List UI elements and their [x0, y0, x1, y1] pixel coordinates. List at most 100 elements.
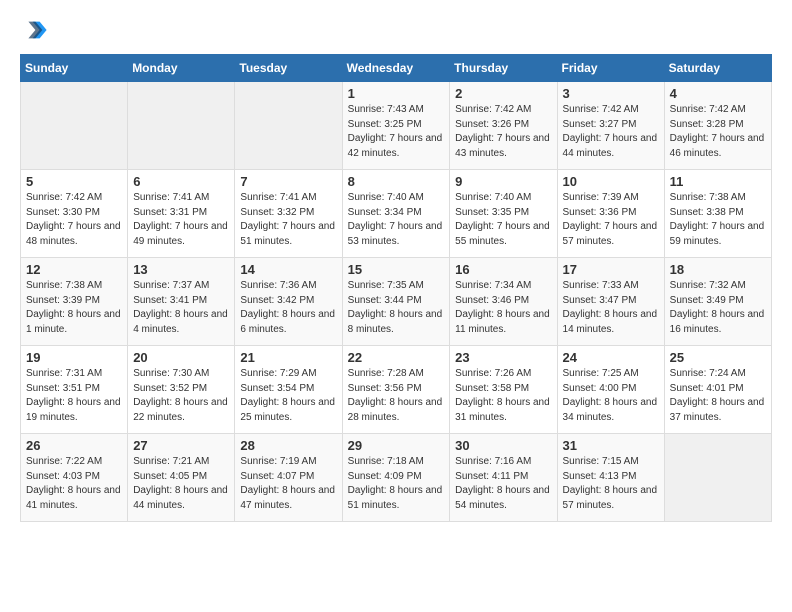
- calendar-cell: 6 Sunrise: 7:41 AM Sunset: 3:31 PM Daylig…: [128, 170, 235, 258]
- day-number: 23: [455, 350, 551, 365]
- calendar-cell: 20 Sunrise: 7:30 AM Sunset: 3:52 PM Dayli…: [128, 346, 235, 434]
- calendar-cell: 27 Sunrise: 7:21 AM Sunset: 4:05 PM Dayli…: [128, 434, 235, 522]
- day-info: Sunrise: 7:31 AM Sunset: 3:51 PM Dayligh…: [26, 367, 122, 425]
- day-info: Sunrise: 7:25 AM Sunset: 4:00 PM Dayligh…: [563, 367, 659, 425]
- day-number: 12: [26, 262, 122, 277]
- day-number: 19: [26, 350, 122, 365]
- calendar-cell: 2 Sunrise: 7:42 AM Sunset: 3:26 PM Daylig…: [450, 82, 557, 170]
- calendar-cell: 8Sunrise: 7:40 AM Sunset: 3:34 PM Daylig…: [342, 170, 450, 258]
- day-number: 29: [348, 438, 445, 453]
- day-number: 13: [133, 262, 229, 277]
- weekday-header-sunday: Sunday: [21, 55, 128, 82]
- day-info: Sunrise: 7:33 AM Sunset: 3:47 PM Dayligh…: [563, 279, 659, 337]
- weekday-header-thursday: Thursday: [450, 55, 557, 82]
- calendar: SundayMondayTuesdayWednesdayThursdayFrid…: [20, 54, 772, 522]
- calendar-cell: 15 Sunrise: 7:35 AM Sunset: 3:44 PM Dayli…: [342, 258, 450, 346]
- day-number: 10: [563, 174, 659, 189]
- day-number: 31: [563, 438, 659, 453]
- day-info: Sunrise: 7:36 AM Sunset: 3:42 PM Dayligh…: [240, 279, 336, 337]
- day-info: Sunrise: 7:24 AM Sunset: 4:01 PM Dayligh…: [670, 367, 766, 425]
- day-number: 28: [240, 438, 336, 453]
- day-number: 20: [133, 350, 229, 365]
- day-info: Sunrise: 7:41 AM Sunset: 3:31 PM Dayligh…: [133, 191, 229, 249]
- day-number: 18: [670, 262, 766, 277]
- day-info: Sunrise: 7:43 AM Sunset: 3:25 PM Dayligh…: [348, 103, 445, 161]
- calendar-cell: 7Sunrise: 7:41 AM Sunset: 3:32 PM Daylig…: [235, 170, 342, 258]
- day-info: Sunrise: 7:34 AM Sunset: 3:46 PM Dayligh…: [455, 279, 551, 337]
- day-number: 22: [348, 350, 445, 365]
- calendar-cell: 29 Sunrise: 7:18 AM Sunset: 4:09 PM Dayli…: [342, 434, 450, 522]
- day-number: 27: [133, 438, 229, 453]
- week-row-4: 19 Sunrise: 7:31 AM Sunset: 3:51 PM Dayli…: [21, 346, 772, 434]
- logo: [20, 16, 52, 44]
- calendar-cell: [21, 82, 128, 170]
- calendar-cell: 26Sunrise: 7:22 AM Sunset: 4:03 PM Dayli…: [21, 434, 128, 522]
- calendar-cell: 4Sunrise: 7:42 AM Sunset: 3:28 PM Daylig…: [664, 82, 771, 170]
- day-number: 15: [348, 262, 445, 277]
- calendar-cell: 10 Sunrise: 7:39 AM Sunset: 3:36 PM Dayli…: [557, 170, 664, 258]
- weekday-header-tuesday: Tuesday: [235, 55, 342, 82]
- calendar-cell: 16 Sunrise: 7:34 AM Sunset: 3:46 PM Dayli…: [450, 258, 557, 346]
- day-info: Sunrise: 7:40 AM Sunset: 3:35 PM Dayligh…: [455, 191, 551, 249]
- calendar-cell: 23 Sunrise: 7:26 AM Sunset: 3:58 PM Dayli…: [450, 346, 557, 434]
- calendar-cell: 19 Sunrise: 7:31 AM Sunset: 3:51 PM Dayli…: [21, 346, 128, 434]
- week-row-2: 5Sunrise: 7:42 AM Sunset: 3:30 PM Daylig…: [21, 170, 772, 258]
- week-row-5: 26Sunrise: 7:22 AM Sunset: 4:03 PM Dayli…: [21, 434, 772, 522]
- calendar-cell: 18 Sunrise: 7:32 AM Sunset: 3:49 PM Dayli…: [664, 258, 771, 346]
- day-number: 6: [133, 174, 229, 189]
- day-number: 9: [455, 174, 551, 189]
- day-number: 3: [563, 86, 659, 101]
- day-info: Sunrise: 7:41 AM Sunset: 3:32 PM Dayligh…: [240, 191, 336, 249]
- day-number: 17: [563, 262, 659, 277]
- day-info: Sunrise: 7:26 AM Sunset: 3:58 PM Dayligh…: [455, 367, 551, 425]
- day-info: Sunrise: 7:16 AM Sunset: 4:11 PM Dayligh…: [455, 455, 551, 513]
- day-info: Sunrise: 7:15 AM Sunset: 4:13 PM Dayligh…: [563, 455, 659, 513]
- weekday-header-wednesday: Wednesday: [342, 55, 450, 82]
- day-info: Sunrise: 7:37 AM Sunset: 3:41 PM Dayligh…: [133, 279, 229, 337]
- day-info: Sunrise: 7:35 AM Sunset: 3:44 PM Dayligh…: [348, 279, 445, 337]
- day-number: 16: [455, 262, 551, 277]
- day-info: Sunrise: 7:21 AM Sunset: 4:05 PM Dayligh…: [133, 455, 229, 513]
- calendar-cell: 9 Sunrise: 7:40 AM Sunset: 3:35 PM Daylig…: [450, 170, 557, 258]
- day-number: 8: [348, 174, 445, 189]
- calendar-cell: 14 Sunrise: 7:36 AM Sunset: 3:42 PM Dayli…: [235, 258, 342, 346]
- calendar-cell: 24 Sunrise: 7:25 AM Sunset: 4:00 PM Dayli…: [557, 346, 664, 434]
- calendar-cell: 25 Sunrise: 7:24 AM Sunset: 4:01 PM Dayli…: [664, 346, 771, 434]
- day-number: 2: [455, 86, 551, 101]
- day-number: 1: [348, 86, 445, 101]
- weekday-header-saturday: Saturday: [664, 55, 771, 82]
- calendar-cell: 5Sunrise: 7:42 AM Sunset: 3:30 PM Daylig…: [21, 170, 128, 258]
- day-number: 21: [240, 350, 336, 365]
- calendar-cell: 31 Sunrise: 7:15 AM Sunset: 4:13 PM Dayli…: [557, 434, 664, 522]
- calendar-cell: [235, 82, 342, 170]
- day-info: Sunrise: 7:39 AM Sunset: 3:36 PM Dayligh…: [563, 191, 659, 249]
- calendar-cell: [128, 82, 235, 170]
- calendar-cell: 30Sunrise: 7:16 AM Sunset: 4:11 PM Dayli…: [450, 434, 557, 522]
- calendar-cell: 11Sunrise: 7:38 AM Sunset: 3:38 PM Dayli…: [664, 170, 771, 258]
- calendar-cell: 17 Sunrise: 7:33 AM Sunset: 3:47 PM Dayli…: [557, 258, 664, 346]
- day-number: 4: [670, 86, 766, 101]
- day-info: Sunrise: 7:18 AM Sunset: 4:09 PM Dayligh…: [348, 455, 445, 513]
- day-number: 14: [240, 262, 336, 277]
- day-info: Sunrise: 7:38 AM Sunset: 3:38 PM Dayligh…: [670, 191, 766, 249]
- weekday-header-friday: Friday: [557, 55, 664, 82]
- week-row-3: 12Sunrise: 7:38 AM Sunset: 3:39 PM Dayli…: [21, 258, 772, 346]
- day-number: 25: [670, 350, 766, 365]
- day-info: Sunrise: 7:30 AM Sunset: 3:52 PM Dayligh…: [133, 367, 229, 425]
- calendar-cell: 1 Sunrise: 7:43 AM Sunset: 3:25 PM Daylig…: [342, 82, 450, 170]
- day-info: Sunrise: 7:19 AM Sunset: 4:07 PM Dayligh…: [240, 455, 336, 513]
- calendar-cell: [664, 434, 771, 522]
- logo-icon: [20, 16, 48, 44]
- calendar-cell: 12Sunrise: 7:38 AM Sunset: 3:39 PM Dayli…: [21, 258, 128, 346]
- day-info: Sunrise: 7:32 AM Sunset: 3:49 PM Dayligh…: [670, 279, 766, 337]
- day-number: 26: [26, 438, 122, 453]
- weekday-header-row: SundayMondayTuesdayWednesdayThursdayFrid…: [21, 55, 772, 82]
- day-info: Sunrise: 7:42 AM Sunset: 3:26 PM Dayligh…: [455, 103, 551, 161]
- calendar-cell: 22Sunrise: 7:28 AM Sunset: 3:56 PM Dayli…: [342, 346, 450, 434]
- week-row-1: 1 Sunrise: 7:43 AM Sunset: 3:25 PM Daylig…: [21, 82, 772, 170]
- day-number: 24: [563, 350, 659, 365]
- day-number: 5: [26, 174, 122, 189]
- page: SundayMondayTuesdayWednesdayThursdayFrid…: [0, 0, 792, 612]
- day-info: Sunrise: 7:29 AM Sunset: 3:54 PM Dayligh…: [240, 367, 336, 425]
- header: [20, 16, 772, 44]
